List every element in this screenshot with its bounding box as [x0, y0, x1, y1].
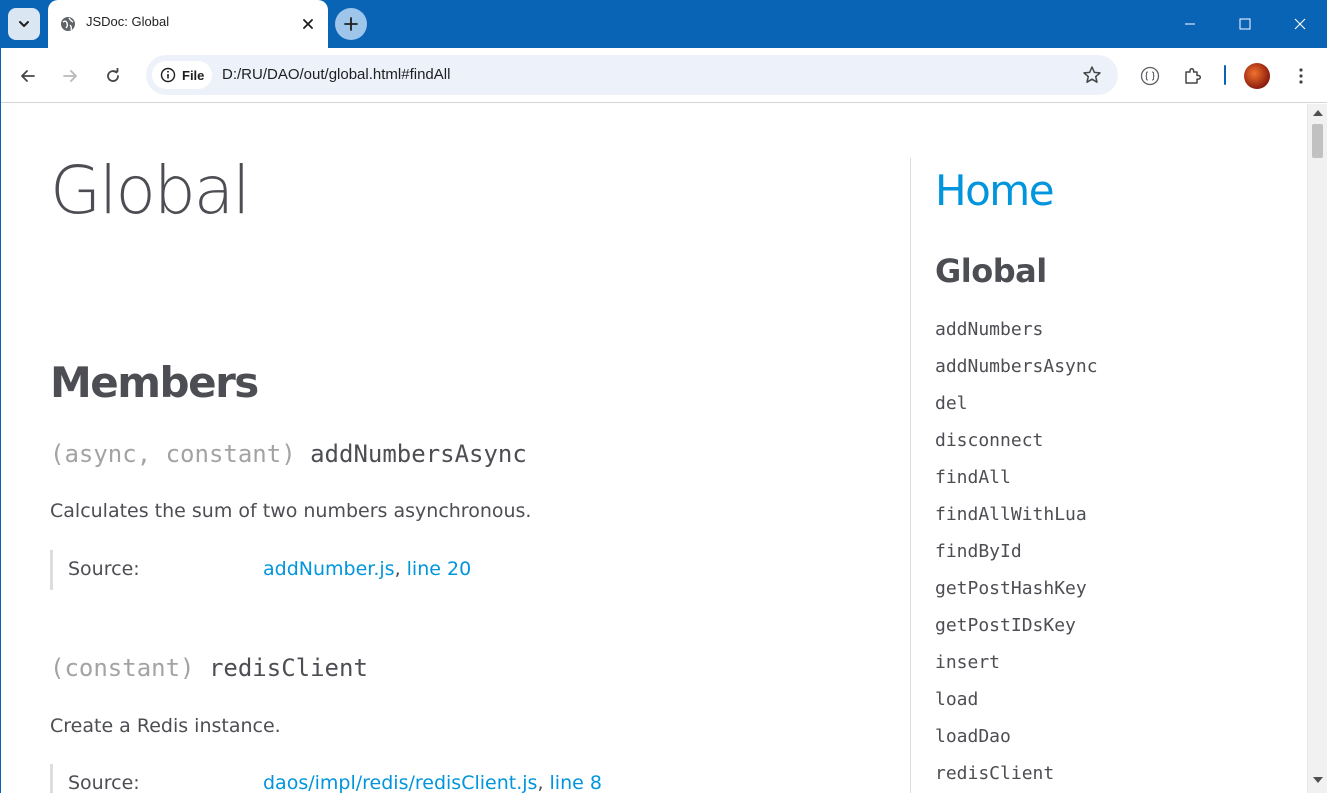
source-label: Source:: [68, 558, 140, 580]
tab-title: JSDoc: Global: [86, 14, 170, 29]
source-file-link[interactable]: daos/impl/redis/redisClient.js: [263, 772, 537, 793]
maximize-button[interactable]: [1218, 0, 1272, 48]
source-links: addNumber.js, line 20: [263, 558, 471, 580]
toolbar-divider: [1224, 65, 1226, 85]
vertical-scrollbar[interactable]: [1307, 104, 1327, 793]
scroll-thumb[interactable]: [1312, 124, 1323, 158]
reload-button[interactable]: [97, 60, 129, 92]
source-separator: ,: [394, 558, 401, 580]
bookmark-button[interactable]: [1080, 63, 1104, 87]
minimize-icon: [1185, 23, 1195, 25]
member-signature: (constant) redisClient: [50, 654, 368, 682]
nav-item-getPostIDsKey[interactable]: getPostIDsKey: [935, 614, 1098, 651]
arrow-right-icon: [63, 70, 77, 82]
arrow-left-icon: [21, 70, 35, 82]
member-source: Source: addNumber.js, line 20: [50, 550, 610, 590]
member-description: Calculates the sum of two numbers asynch…: [50, 500, 532, 522]
nav-item-insert[interactable]: insert: [935, 651, 1098, 688]
nav-item-getPostHashKey[interactable]: getPostHashKey: [935, 577, 1098, 614]
info-icon: [160, 67, 176, 83]
nav-list: addNumbers addNumbersAsync del disconnec…: [935, 318, 1098, 793]
nav-item-redisClient[interactable]: redisClient: [935, 762, 1098, 793]
nav-item-disconnect[interactable]: disconnect: [935, 429, 1098, 466]
member-source: Source: daos/impl/redis/redisClient.js, …: [50, 764, 610, 793]
member-attribs: (constant): [50, 654, 195, 682]
close-icon: [1294, 18, 1306, 30]
nav-item-addNumbersAsync[interactable]: addNumbersAsync: [935, 355, 1098, 392]
nav-item-findById[interactable]: findById: [935, 540, 1098, 577]
title-bar: JSDoc: Global: [0, 0, 1327, 48]
member-signature: (async, constant) addNumbersAsync: [50, 440, 527, 468]
member-attribs: (async, constant): [50, 440, 296, 468]
chevron-down-icon: [19, 21, 29, 27]
globe-icon: [61, 17, 75, 31]
address-bar[interactable]: File D:/RU/DAO/out/global.html#findAll: [146, 55, 1118, 95]
plus-icon: [344, 17, 358, 31]
nav-item-loadDao[interactable]: loadDao: [935, 725, 1098, 762]
tab-close-button[interactable]: [298, 14, 318, 34]
scroll-up-arrow-icon[interactable]: [1313, 110, 1323, 116]
members-heading: Members: [50, 358, 259, 407]
maximize-icon: [1239, 18, 1251, 30]
site-info-label: File: [182, 67, 205, 83]
puzzle-icon: [1185, 67, 1202, 84]
tab-search-button[interactable]: [8, 8, 40, 40]
nav-item-del[interactable]: del: [935, 392, 1098, 429]
home-link[interactable]: Home: [935, 166, 1055, 215]
member-name: redisClient: [208, 654, 368, 682]
nav-item-load[interactable]: load: [935, 688, 1098, 725]
nav-item-addNumbers[interactable]: addNumbers: [935, 318, 1098, 355]
source-separator: ,: [537, 772, 544, 793]
active-tab[interactable]: JSDoc: Global: [48, 0, 328, 48]
browser-toolbar: File D:/RU/DAO/out/global.html#findAll: [0, 48, 1327, 103]
browser-menu-button[interactable]: [1285, 60, 1317, 92]
nav-item-findAllWithLua[interactable]: findAllWithLua: [935, 503, 1098, 540]
minimize-button[interactable]: [1163, 0, 1217, 48]
window-close-button[interactable]: [1273, 0, 1327, 48]
nav-divider: [910, 158, 911, 793]
member-description: Create a Redis instance.: [50, 715, 281, 737]
source-line-link[interactable]: line 8: [550, 772, 602, 793]
site-info-chip[interactable]: File: [152, 61, 212, 89]
nav-item-findAll[interactable]: findAll: [935, 466, 1098, 503]
page-viewport: Global Members (async, constant) addNumb…: [1, 104, 1307, 793]
source-file-link[interactable]: addNumber.js: [263, 558, 395, 580]
new-tab-button[interactable]: [335, 8, 367, 40]
url-text[interactable]: D:/RU/DAO/out/global.html#findAll: [222, 66, 450, 83]
source-line-link[interactable]: line 20: [407, 558, 472, 580]
member-name: addNumbersAsync: [310, 440, 527, 468]
page-title: Global: [50, 152, 251, 229]
profile-button[interactable]: [1241, 60, 1273, 92]
scroll-down-arrow-icon[interactable]: [1313, 777, 1323, 783]
nav-section-heading[interactable]: Global: [935, 252, 1047, 290]
extensions-menu-button[interactable]: [1177, 60, 1209, 92]
code-braces-icon: [1140, 66, 1160, 86]
back-button[interactable]: [12, 60, 44, 92]
avatar: [1244, 63, 1270, 89]
reload-icon: [107, 68, 119, 82]
kebab-menu-icon: [1299, 68, 1303, 84]
star-icon: [1083, 66, 1101, 83]
source-label: Source:: [68, 772, 140, 793]
source-links: daos/impl/redis/redisClient.js, line 8: [263, 772, 602, 793]
extension-button[interactable]: [1134, 60, 1166, 92]
close-icon: [303, 19, 313, 29]
forward-button[interactable]: [54, 60, 86, 92]
